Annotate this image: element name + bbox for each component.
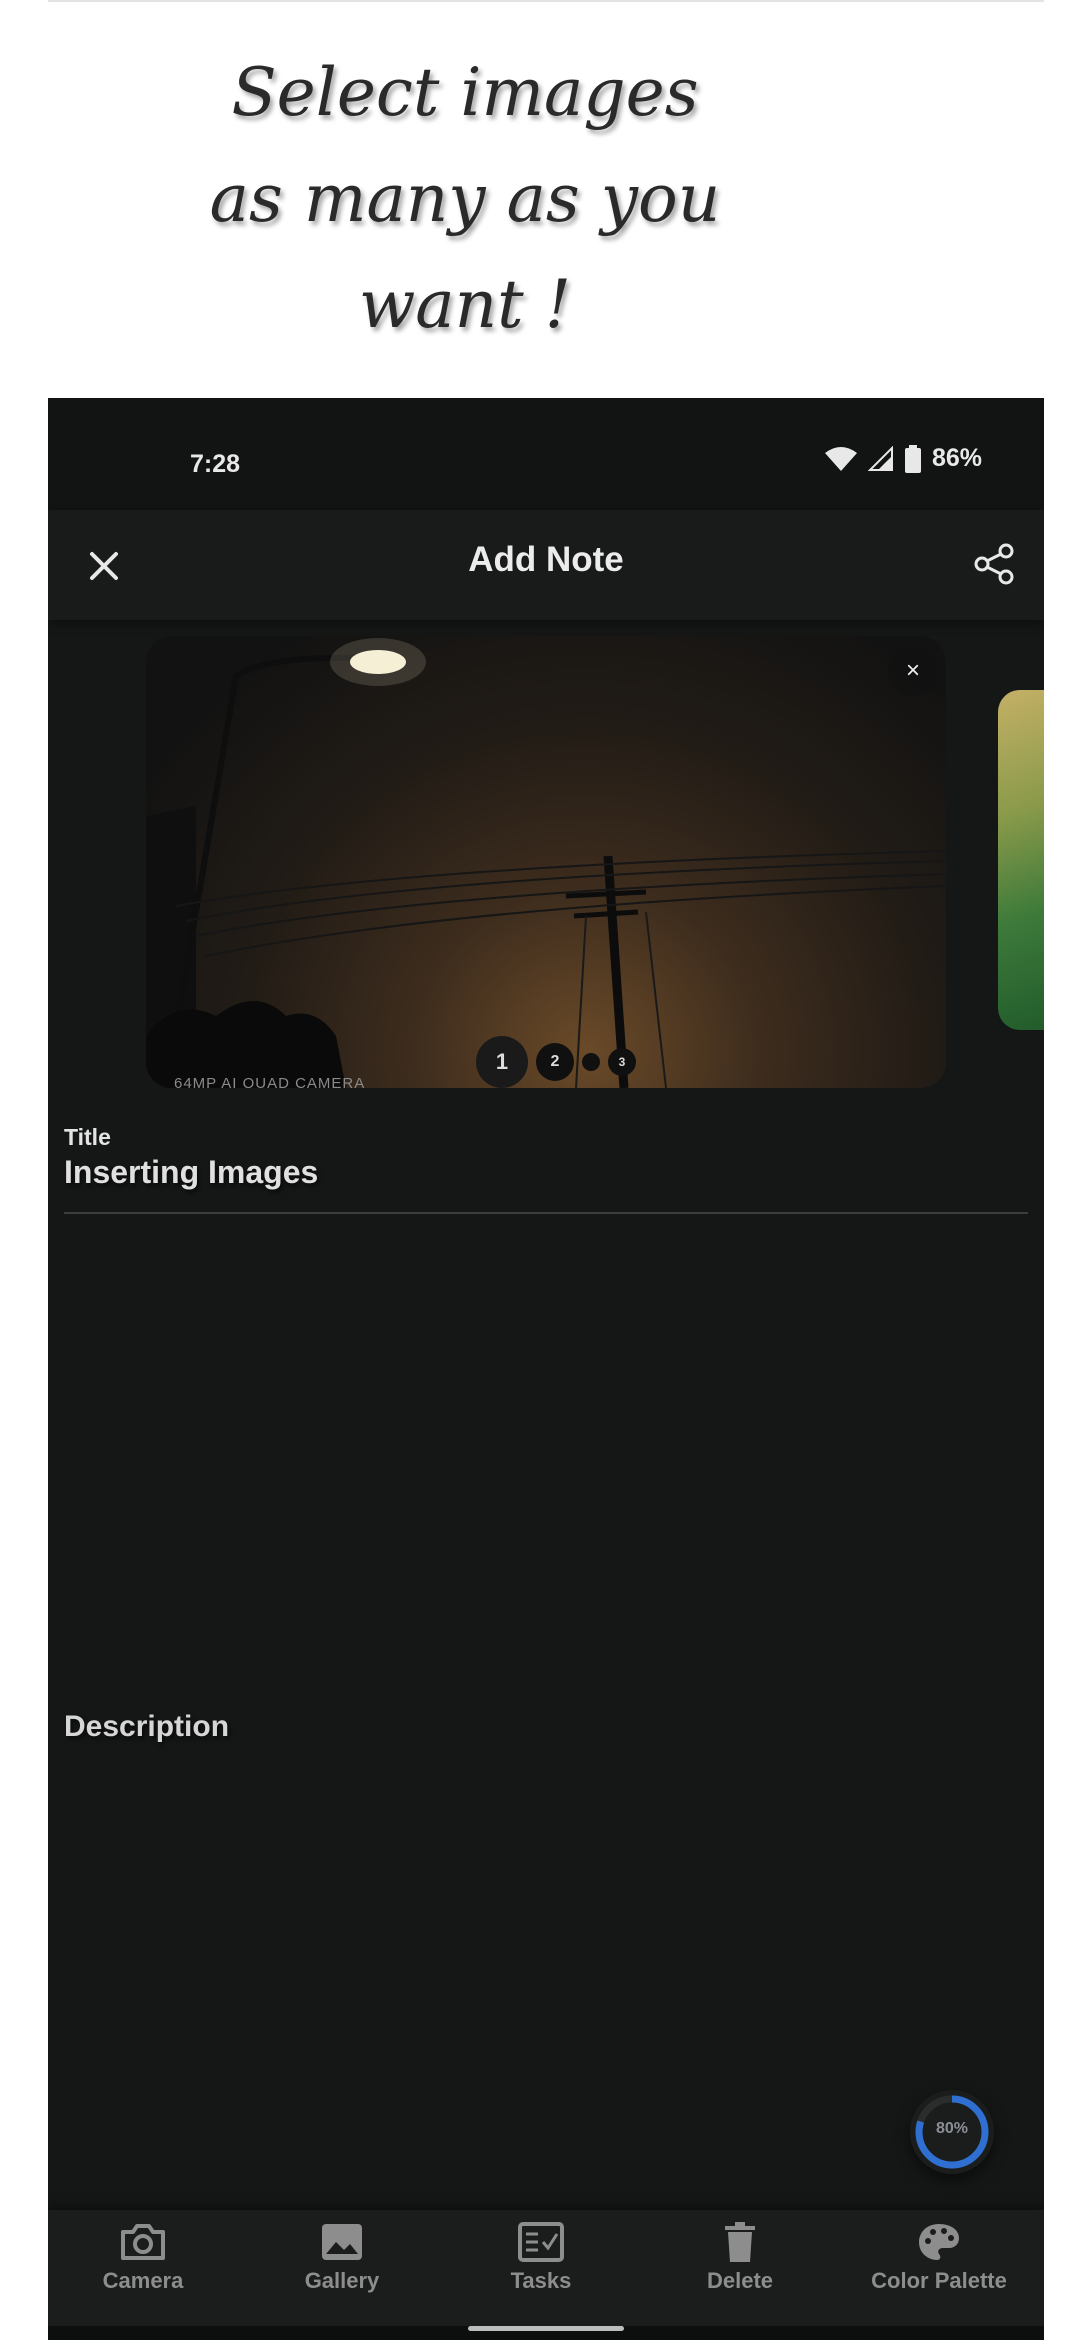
page-title: Add Note <box>468 540 624 579</box>
top-divider <box>48 0 1044 2</box>
tasks-icon <box>518 2222 564 2262</box>
share-icon[interactable] <box>972 542 1016 586</box>
headline-line-3: want ! <box>358 266 572 343</box>
pager-dot-3[interactable] <box>582 1053 600 1071</box>
image-icon <box>322 2224 362 2260</box>
status-icons: 86% <box>824 444 982 473</box>
phone-screen: 7:28 86% Add Note × 64MP AI QUAD CAMERA … <box>48 398 1044 2340</box>
bottom-nav: Camera Gallery Tasks Delete Color Palett… <box>48 2210 1044 2326</box>
trash-icon <box>725 2222 755 2262</box>
image-card-1[interactable]: × 64MP AI QUAD CAMERA 1 2 3 <box>146 636 946 1088</box>
nav-tasks-label: Tasks <box>510 2268 572 2293</box>
title-underline <box>64 1212 1028 1214</box>
palette-icon <box>919 2224 959 2260</box>
status-bar: 7:28 86% <box>48 398 1044 510</box>
progress-label: 80% <box>935 2120 969 2137</box>
pager-dot-4[interactable]: 3 <box>608 1048 636 1076</box>
image-caption: 64MP AI QUAD CAMERA <box>174 1075 366 1088</box>
nav-camera[interactable]: Camera <box>48 2222 238 2294</box>
gesture-bar <box>48 2326 1044 2340</box>
headline-line-2: as many as you <box>209 160 721 237</box>
headline-line-1: Select images <box>231 54 699 131</box>
headline: Select images as many as you want ! <box>0 40 930 358</box>
nav-gallery[interactable]: Gallery <box>247 2222 437 2294</box>
camera-icon <box>121 2224 165 2260</box>
title-label: Title <box>64 1124 111 1150</box>
battery-level: 86% <box>931 444 982 472</box>
remove-image-button[interactable]: × <box>888 646 938 696</box>
gesture-handle[interactable] <box>468 2326 624 2331</box>
title-input[interactable]: Inserting Images <box>64 1154 318 1191</box>
signal-icon <box>867 445 893 471</box>
nav-camera-label: Camera <box>102 2268 184 2293</box>
image-card-2[interactable] <box>998 690 1044 1030</box>
nav-tasks[interactable]: Tasks <box>446 2222 636 2294</box>
nav-gallery-label: Gallery <box>304 2268 380 2293</box>
pager-dot-1[interactable]: 1 <box>476 1036 528 1088</box>
nav-color-palette[interactable]: Color Palette <box>844 2222 1034 2294</box>
description-input[interactable]: Description <box>64 1710 229 1744</box>
battery-icon <box>904 444 921 473</box>
wifi-icon <box>824 446 857 471</box>
image-pager: 1 2 3 <box>476 1036 636 1088</box>
image-carousel[interactable]: × 64MP AI QUAD CAMERA 1 2 3 <box>48 636 1044 1090</box>
nav-color-palette-label: Color Palette <box>871 2268 1007 2293</box>
nav-delete-label: Delete <box>706 2268 774 2293</box>
pager-dot-2[interactable]: 2 <box>536 1043 574 1081</box>
progress-button[interactable]: 80% <box>910 2090 994 2174</box>
nav-delete[interactable]: Delete <box>645 2222 835 2294</box>
app-bar: Add Note <box>48 510 1044 620</box>
status-time: 7:28 <box>190 450 241 478</box>
street-lamp-photo <box>146 638 946 1088</box>
